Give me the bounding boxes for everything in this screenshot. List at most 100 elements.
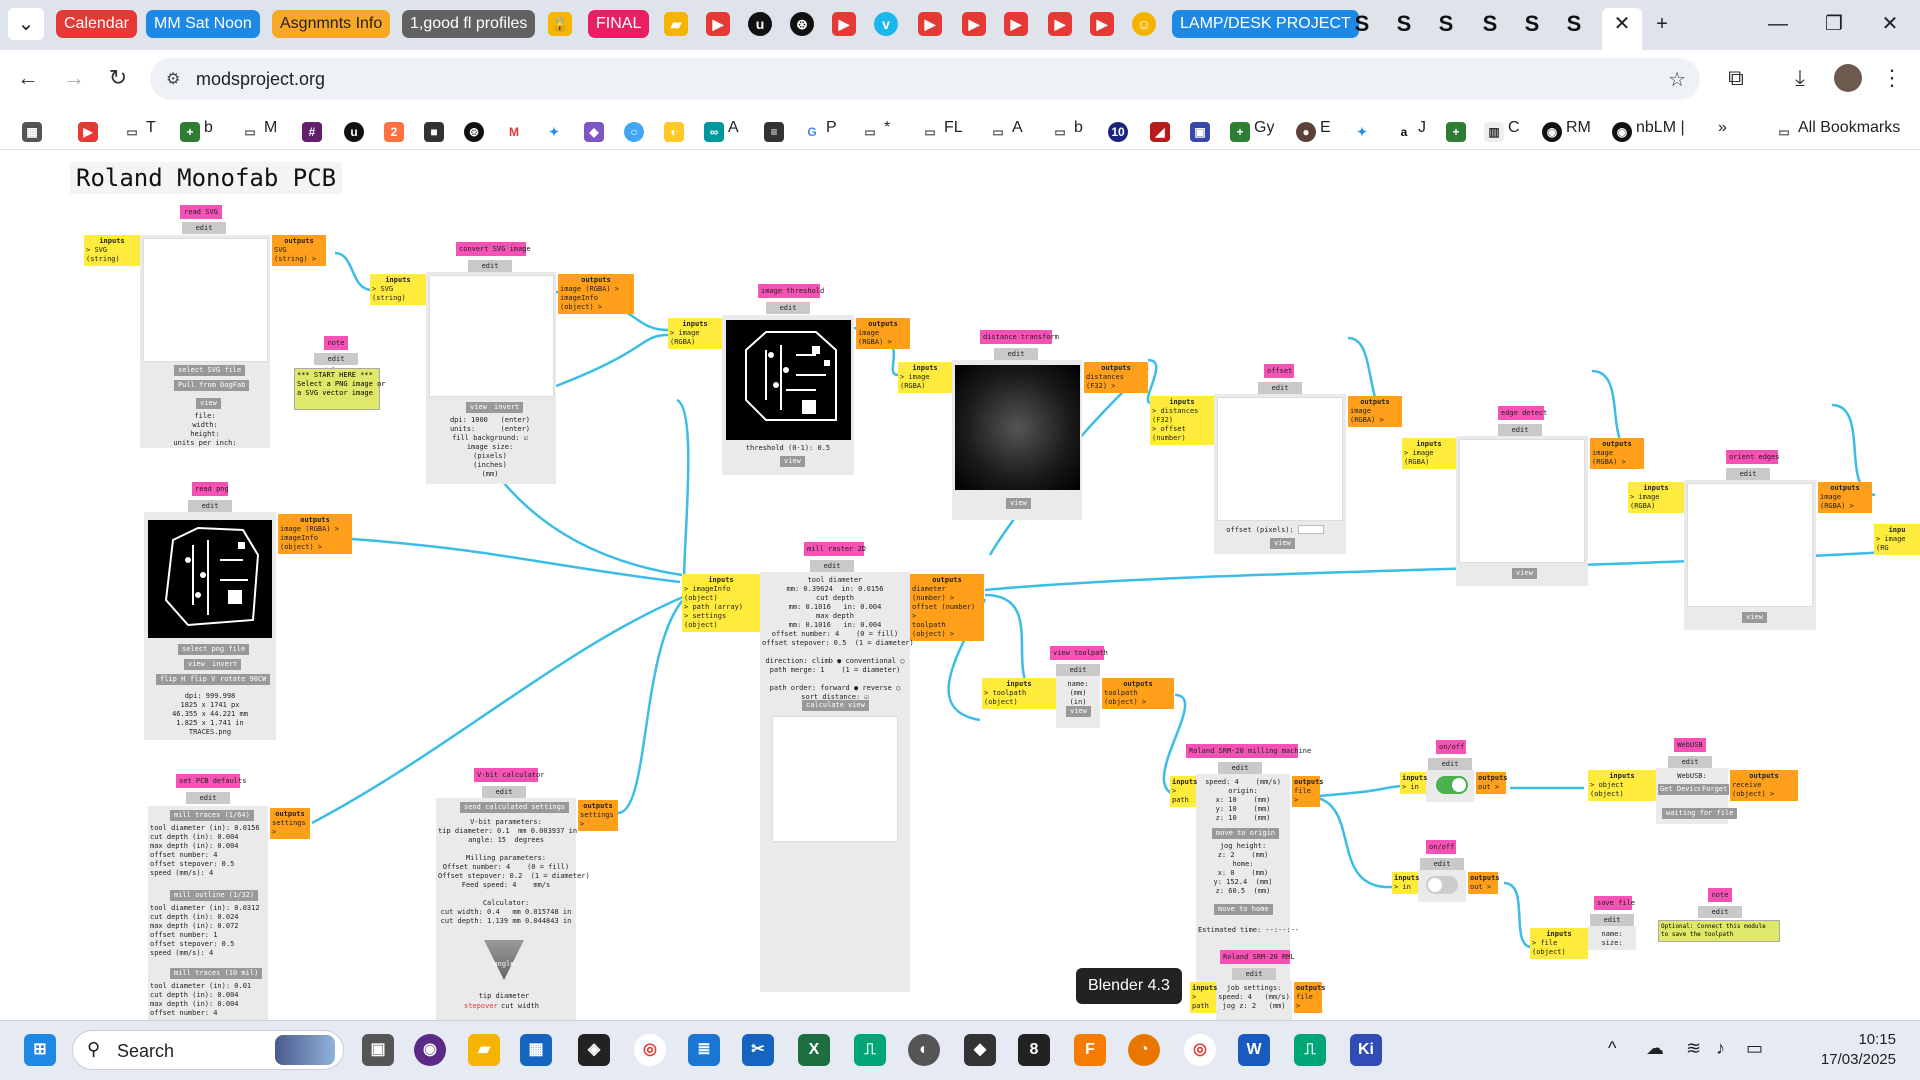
tab-s-2[interactable]: S [1392,12,1416,36]
notepad-icon[interactable]: ≣ [688,1034,720,1066]
tab-group-mm-sat-noon[interactable]: MM Sat Noon [146,10,260,38]
tab-s-1[interactable]: S [1350,12,1374,36]
outputs-orient-edges[interactable]: outputs image (RGBA) > [1818,482,1872,513]
bookmark-10[interactable]: 10 [1108,116,1132,142]
lock-icon[interactable]: 🔒 [548,12,572,36]
chrome-icon[interactable]: ◎ [634,1034,666,1066]
invert-button[interactable]: invert [490,402,524,413]
waiting-for-file-button[interactable]: waiting for file [1662,808,1738,819]
bookmark-plus[interactable]: + [1446,116,1470,142]
select-png-file-button[interactable]: select png file [178,644,250,655]
toggle-switch-on[interactable] [1436,776,1468,794]
bookmark-app[interactable]: ◆ [584,116,608,142]
site-info-icon[interactable]: ⚙ [166,69,180,89]
speaker-icon[interactable]: ♪ [1716,1038,1725,1059]
task-view-icon[interactable]: ▣ [362,1034,394,1066]
edit-delete[interactable]: edit delete [468,260,512,282]
upwork-icon[interactable]: u [748,12,772,36]
bookmark-folder-b[interactable]: ▭ b [1050,116,1083,140]
edit-delete[interactable]: edit delete [1232,968,1276,990]
module-title-onoff[interactable]: on/off [1436,740,1466,754]
youtube-icon[interactable]: ▶ [1048,12,1072,36]
mill-outline-1-32-button[interactable]: mill outline (1/32) [170,890,259,901]
mill-traces-1-64-button[interactable]: mill traces (1/64) [170,810,254,821]
youtube-icon[interactable]: ▶ [1090,12,1114,36]
module-title-note[interactable]: note [324,336,348,350]
rotate-90cw-button[interactable]: rotate 90CW [216,674,271,685]
move-to-origin-button[interactable]: move to origin [1212,828,1280,839]
new-tab-button[interactable]: + [1642,8,1682,40]
inputs-distance-transform[interactable]: inputs > image (RGBA) [898,362,952,393]
back-icon[interactable]: ← [14,64,42,92]
word-icon[interactable]: W [1238,1034,1270,1066]
outputs-read-svg[interactable]: outputs SVG (string) > [272,235,326,266]
menu-icon[interactable]: ⋮ [1878,64,1906,92]
view-button[interactable]: view [196,398,221,409]
outputs-set-pcb[interactable]: outputs settings > [270,808,310,839]
inputs-read-svg[interactable]: inputs > SVG (string) [84,235,140,266]
bookmark-app[interactable]: 2 [384,116,408,142]
bookmark-google-p[interactable]: GP [802,116,837,142]
address-bar[interactable]: ⚙ modsproject.org ☆ [150,58,1700,100]
offset-input[interactable] [1298,525,1324,534]
module-title-save-file[interactable]: save file [1594,896,1635,910]
kicad-icon[interactable]: ⎍ [1294,1034,1326,1066]
tab-group-final[interactable]: FINAL [588,10,650,38]
app-icon[interactable]: ◈ [578,1034,610,1066]
bookmark-b[interactable]: + b [180,116,213,142]
invert-button[interactable]: invert [208,659,242,670]
module-title-read-svg[interactable]: read SVG [180,205,222,219]
outputs-read-png[interactable]: outputs image (RGBA) > imageInfo (object) … [278,514,352,554]
folder-icon[interactable]: ▰ [664,12,688,36]
taskbar-search[interactable]: ⚲ Search [72,1030,344,1070]
maximize-button[interactable]: ❐ [1814,8,1854,40]
get-device-button[interactable]: Get Device [1658,784,1705,795]
module-title-read-png[interactable]: read png [192,482,229,496]
bookmark-c[interactable]: ▥ C [1484,116,1520,142]
excel-icon[interactable]: X [798,1034,830,1066]
fusion-icon[interactable]: F [1074,1034,1106,1066]
calculate-button[interactable]: calculate [802,700,848,711]
edit-delete[interactable]: edit delete [1258,382,1302,404]
edit-delete[interactable]: edit delete [1590,914,1634,936]
flip-h-button[interactable]: flip H [156,674,190,685]
edit-delete[interactable]: edit delete [1056,664,1100,686]
tab-search-button[interactable]: ⌄ [8,8,44,40]
outputs-onoff-1[interactable]: outputs out > [1476,772,1508,794]
active-tab[interactable]: ✕ [1602,8,1642,50]
module-title-orient-edges[interactable]: orient edges [1726,450,1780,464]
outputs-offset[interactable]: outputs image (RGBA) > [1348,396,1402,427]
chrome-icon[interactable]: ◎ [1184,1034,1216,1066]
note-textarea[interactable]: *** START HERE *** Select a PNG image or… [294,368,386,410]
bookmark-folder-a[interactable]: ▭ A [988,116,1022,140]
bookmark-a[interactable]: ∞ A [704,116,739,142]
bookmark-star-icon[interactable]: ☆ [1668,67,1686,92]
edit-delete[interactable]: edit delete [1726,468,1770,490]
inputs-save-file[interactable]: inputs > file (object) [1530,928,1588,959]
inputs-webusb[interactable]: inputs > object (object) [1588,770,1656,801]
module-title-mill-raster[interactable]: mill raster 2D [804,542,866,556]
send-calculated-settings-button[interactable]: send calculated settings [460,802,570,813]
outputs-mill-raster[interactable]: outputs diameter (number) > offset (number… [910,574,984,641]
outputs-roland-srm[interactable]: outputs file > [1292,776,1324,807]
inputs-offset[interactable]: inputs > distances (F32) > offset (number) [1150,396,1214,445]
inputs-roland-srm[interactable]: inputs > path [1170,776,1197,807]
bookmark-gy[interactable]: + Gy [1230,116,1274,142]
select-svg-file-button[interactable]: select SVG file [174,365,246,376]
edit-delete[interactable]: edit delete [482,786,526,808]
module-title-view-toolpath[interactable]: view toolpath [1050,646,1108,660]
inputs-view-toolpath[interactable]: inputs > toolpath (object) [982,678,1056,709]
extensions-icon[interactable]: ⧉ [1722,64,1750,92]
toggle-switch-off[interactable] [1426,876,1458,894]
mods-canvas[interactable]: Roland Monofab PCB read SVG edit delete … [0,150,1920,1020]
reload-icon[interactable]: ↻ [104,64,132,92]
inputs-onoff-2[interactable]: inputs > in [1392,872,1419,894]
edit-delete[interactable]: edit delete [182,222,226,244]
bookmark-bus[interactable]: ■ [424,116,448,142]
bookmark-app[interactable]: ▣ [1190,116,1214,142]
gemini-icon[interactable]: ✦ [1352,116,1376,142]
module-title-set-pcb[interactable]: set PCB defaults [176,774,246,788]
edit-delete[interactable]: edit delete [1218,762,1262,784]
edit-delete[interactable]: edit delete [1420,858,1464,880]
module-title-roland-rml[interactable]: Roland SRM-20 RML [1220,950,1295,964]
